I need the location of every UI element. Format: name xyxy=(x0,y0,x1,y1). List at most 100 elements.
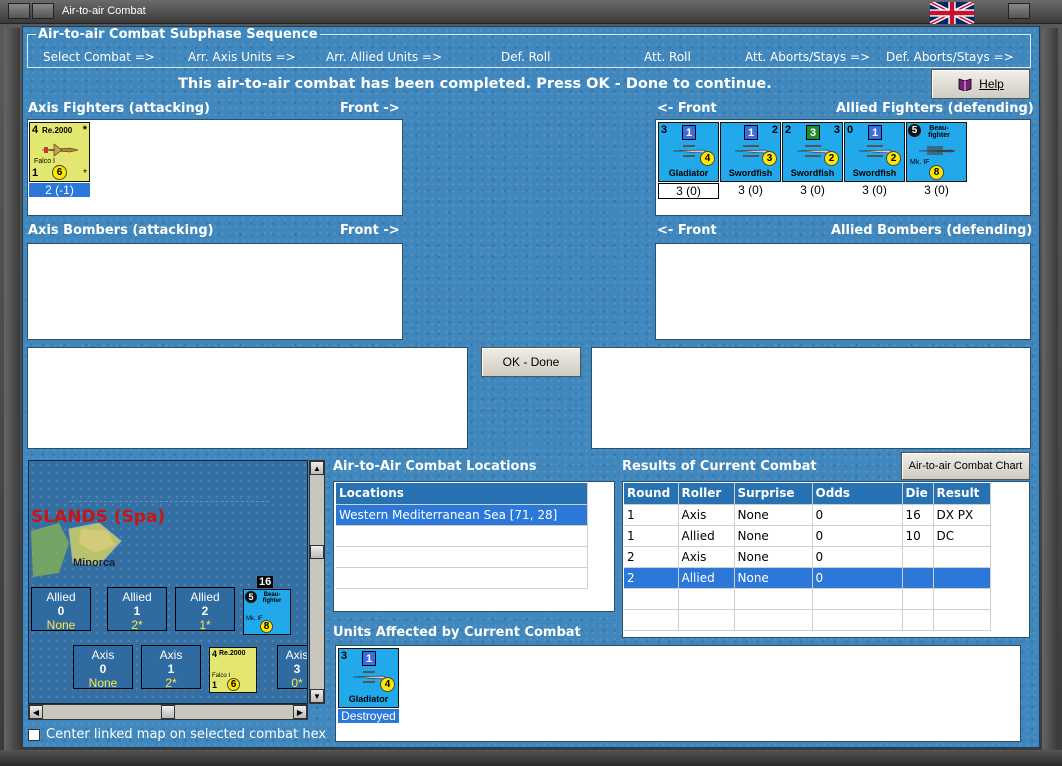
locations-header: Locations xyxy=(336,483,588,505)
map-axis-box-1: Axis 1 2* xyxy=(141,645,201,690)
unit-name-top: Beau-fighter xyxy=(928,125,950,139)
allied-fighters-front-label: <- Front xyxy=(657,101,717,116)
help-button[interactable]: Help xyxy=(931,69,1030,99)
frame-right xyxy=(1042,28,1058,758)
axis-unit-re2000[interactable]: 4 Re.2000 * Falco I 1 6 * xyxy=(29,122,90,182)
help-button-label: Help xyxy=(979,77,1004,91)
unit-rating: 2 xyxy=(824,151,839,166)
box-num: 3 xyxy=(293,662,301,676)
unit-top-left: 4 xyxy=(212,649,218,659)
scroll-thumb[interactable] xyxy=(161,705,175,719)
unit-top-left: 3 xyxy=(341,650,348,662)
subphase-arr-allied: Arr. Allied Units => xyxy=(326,50,443,64)
axis-info-box xyxy=(27,347,468,449)
unit-top-left: 4 xyxy=(32,124,39,136)
col-result: Result xyxy=(933,483,991,505)
island-hexes xyxy=(31,523,122,577)
location-row[interactable]: Western Mediterranean Sea [71, 28] xyxy=(336,504,588,526)
locations-list[interactable]: Locations Western Mediterranean Sea [71,… xyxy=(333,481,615,612)
axis-fighters-front-label: Front -> xyxy=(340,101,400,116)
map-axis-box-0: Axis 0 None xyxy=(73,645,133,690)
map-unit-beaufighter[interactable]: 5 Beau-fighter Mk. IF 8 xyxy=(243,589,291,635)
allied-bombers-label: Allied Bombers (defending) xyxy=(831,223,1033,238)
axis-bombers-label: Axis Bombers (attacking) xyxy=(28,223,214,238)
unit-top-left: 2 xyxy=(785,124,792,136)
col-surprise: Surprise xyxy=(734,483,813,505)
unit-rating: 8 xyxy=(260,620,273,633)
unit-subname: Falco I xyxy=(34,158,56,165)
box-num: 0 xyxy=(57,604,65,618)
scroll-thumb[interactable] xyxy=(310,545,324,559)
scroll-down-button[interactable]: ▼ xyxy=(310,689,324,703)
box-note: 1* xyxy=(199,618,211,632)
minimize-button[interactable] xyxy=(32,3,54,19)
unit-top-right: 3 xyxy=(833,124,840,136)
box-num: 1 xyxy=(167,662,175,676)
allied-unit-caption-1: 3 (0) xyxy=(658,183,719,199)
map-region-label: SLANDS (Spa) xyxy=(31,507,166,527)
unit-top-left: 3 xyxy=(661,124,668,136)
close-button[interactable] xyxy=(1008,3,1030,19)
allied-unit-beaufighter[interactable]: 5 Beau-fighter Mk. IF 8 xyxy=(906,122,967,182)
unit-subname: Mk. IF xyxy=(246,616,263,622)
linked-map[interactable]: SLANDS (Spa) Minorca Allied 0 None Allie… xyxy=(28,460,308,704)
subphase-def-aborts: Def. Aborts/Stays => xyxy=(886,50,1014,64)
center-map-checkbox[interactable] xyxy=(28,729,40,741)
map-unit-re2000[interactable]: 4 Re.2000 Falco I 1 6 xyxy=(209,647,257,693)
box-num: 2 xyxy=(201,604,209,618)
table-row[interactable]: 1 Allied None 0 10 DC xyxy=(624,525,991,547)
frame-left xyxy=(4,28,20,758)
box-side: Axis xyxy=(91,648,115,662)
unit-name: Gladiator xyxy=(348,694,389,704)
window-title: Air-to-air Combat xyxy=(62,5,146,17)
unit-subname: Falco I xyxy=(212,673,231,679)
scroll-right-button[interactable]: ▶ xyxy=(293,705,307,719)
ok-done-button[interactable]: OK - Done xyxy=(481,347,581,377)
affected-unit-gladiator[interactable]: 3 1 4 Gladiator xyxy=(338,648,399,708)
unit-rating: 6 xyxy=(52,165,67,180)
axis-bombers-box[interactable] xyxy=(27,243,403,340)
subphase-select-combat: Select Combat => xyxy=(43,50,155,64)
scroll-up-button[interactable]: ▲ xyxy=(310,461,324,475)
results-table-box[interactable]: Round Roller Surprise Odds Die Result 1A… xyxy=(622,481,1030,638)
unit-top-right: 2 xyxy=(771,124,778,136)
allied-bombers-box[interactable] xyxy=(655,243,1031,340)
box-note: None xyxy=(46,618,76,632)
unit-name-top: Re.2000 xyxy=(42,126,73,135)
col-odds: Odds xyxy=(812,483,903,505)
map-allied-box-1: Allied 1 2* xyxy=(107,587,167,632)
map-horizontal-scrollbar[interactable]: ◀ ▶ xyxy=(28,704,308,720)
map-island-label: Minorca xyxy=(73,557,116,569)
subphase-arr-axis: Arr. Axis Units => xyxy=(188,50,296,64)
subphase-att-aborts: Att. Aborts/Stays => xyxy=(745,50,871,64)
system-menu-button[interactable] xyxy=(8,3,30,19)
results-title: Results of Current Combat xyxy=(622,459,817,474)
allied-unit-swordfish-3[interactable]: 0 1 2 Swordfish xyxy=(844,122,905,182)
map-vertical-scrollbar[interactable]: ▲ ▼ xyxy=(309,460,325,704)
locations-title: Air-to-Air Combat Locations xyxy=(333,459,537,474)
fighter-plane-icon xyxy=(41,143,79,157)
location-cell: Western Mediterranean Sea [71, 28] xyxy=(336,504,588,526)
box-note: None xyxy=(88,676,118,690)
axis-unit-caption: 2 (-1) xyxy=(29,183,90,197)
map-allied-box-2: Allied 2 1* xyxy=(175,587,235,632)
table-row-selected[interactable]: 2 Allied None 0 xyxy=(624,567,991,589)
unit-top-left: 5 xyxy=(245,591,257,603)
unit-subname: Mk. IF xyxy=(910,159,930,166)
frame-bottom xyxy=(0,750,1062,766)
unit-top-left: 5 xyxy=(908,124,921,137)
map-axis-box-3: Axis 3 0* xyxy=(277,645,307,690)
combat-chart-button[interactable]: Air-to-air Combat Chart xyxy=(901,452,1030,480)
results-table: Round Roller Surprise Odds Die Result 1A… xyxy=(624,483,991,631)
scroll-left-button[interactable]: ◀ xyxy=(29,705,43,719)
table-row[interactable]: 1 Axis None 0 16 DX PX xyxy=(624,504,991,526)
allied-unit-caption-4: 3 (0) xyxy=(862,183,887,197)
subphase-att-roll: Att. Roll xyxy=(644,50,691,64)
allied-unit-gladiator[interactable]: 3 1 4 Gladiator xyxy=(657,121,720,183)
map-stack-count: 16 xyxy=(257,576,274,588)
uk-flag-icon xyxy=(930,2,974,24)
table-row[interactable]: 2 Axis None 0 xyxy=(624,546,991,568)
allied-unit-swordfish-1[interactable]: 2 1 3 Swordfish xyxy=(720,122,781,182)
affected-units-box[interactable] xyxy=(335,645,1021,742)
allied-unit-swordfish-2[interactable]: 2 3 3 2 Swordfish xyxy=(782,122,843,182)
